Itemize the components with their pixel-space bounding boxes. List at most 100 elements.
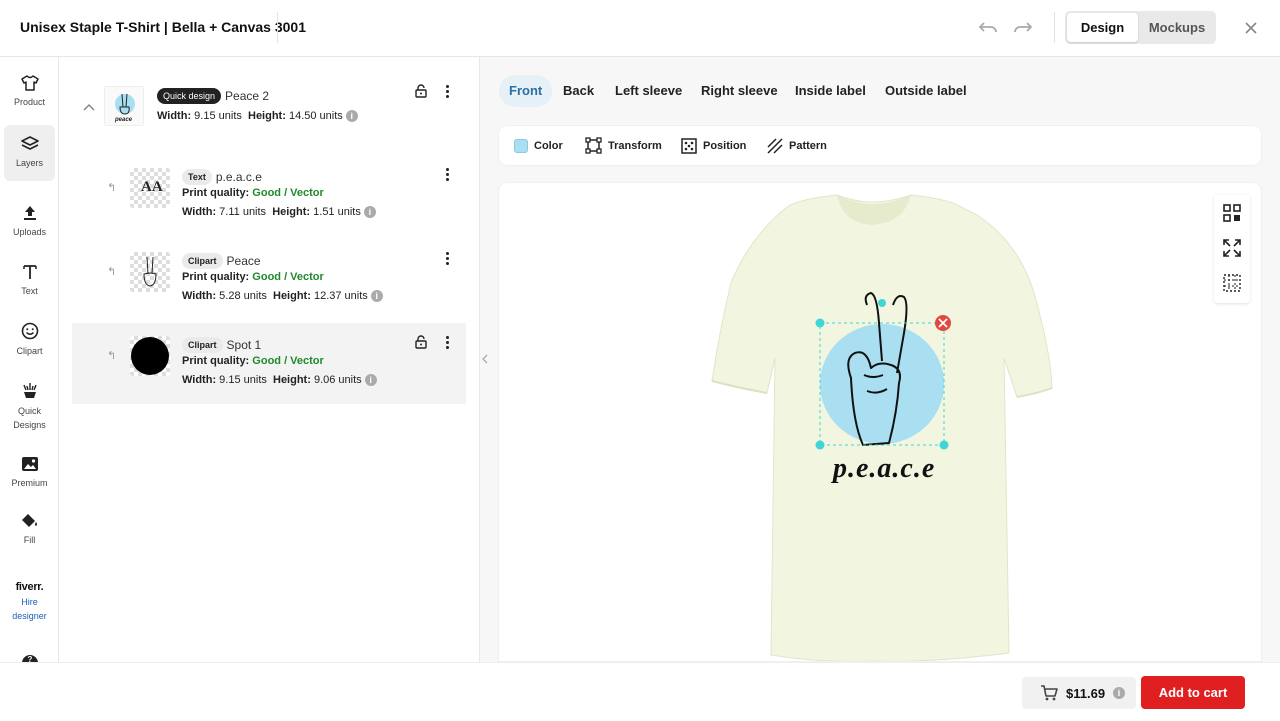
sidebar-item-label: Hire designer bbox=[12, 597, 47, 621]
info-icon[interactable]: i bbox=[1113, 687, 1126, 699]
layer-item-selected[interactable]: ↰ Clipart Spot 1 Print quality: Good / Ve… bbox=[59, 325, 480, 395]
cart-icon bbox=[1041, 685, 1058, 701]
tab-back[interactable]: Back bbox=[563, 75, 594, 107]
mode-switch: Design Mockups bbox=[1065, 11, 1216, 44]
print-quality: Print quality: Good / Vector bbox=[182, 271, 324, 283]
layer-dimensions: Width: 5.28 units Height: 12.37 units i bbox=[182, 290, 383, 303]
layer-name: Peace bbox=[226, 253, 261, 268]
tool-label: Pattern bbox=[789, 139, 827, 152]
sidebar-item-label: Fill bbox=[23, 535, 36, 545]
tab-outside-label[interactable]: Outside label bbox=[885, 75, 967, 107]
sidebar-item-label: Quick Designs bbox=[13, 406, 46, 430]
sidebar-item-label: Uploads bbox=[12, 227, 47, 237]
layers-icon bbox=[20, 136, 39, 150]
tab-inside-label[interactable]: Inside label bbox=[795, 75, 866, 107]
peace-hand-icon bbox=[143, 256, 157, 287]
tab-left-sleeve[interactable]: Left sleeve bbox=[615, 75, 682, 107]
layer-group[interactable]: peace Quick design Peace 2 Width: 9.15 un… bbox=[59, 57, 480, 137]
color-tool[interactable]: Color bbox=[514, 126, 563, 165]
spot-icon bbox=[131, 337, 169, 375]
redo-icon bbox=[1014, 22, 1033, 33]
sidebar-item-label: Text bbox=[21, 286, 38, 296]
transform-icon bbox=[585, 137, 602, 154]
print-quality: Print quality: Good / Vector bbox=[182, 355, 324, 367]
collapse-panel-button[interactable] bbox=[478, 350, 492, 368]
layer-type-tag: Clipart bbox=[182, 252, 223, 269]
more-options-button[interactable] bbox=[440, 167, 454, 183]
layer-thumbnail bbox=[130, 252, 170, 292]
product-title: Unisex Staple T-Shirt | Bella + Canvas 3… bbox=[20, 19, 306, 35]
quick-designs-icon bbox=[22, 383, 37, 398]
upload-icon bbox=[23, 206, 36, 220]
more-options-button[interactable] bbox=[440, 84, 454, 100]
tshirt-mockup bbox=[711, 194, 1053, 661]
sidebar-item-text[interactable]: Text bbox=[4, 264, 55, 298]
divider bbox=[277, 12, 278, 43]
info-icon[interactable]: i bbox=[364, 374, 377, 387]
tab-front[interactable]: Front bbox=[499, 75, 553, 107]
close-button[interactable] bbox=[1238, 15, 1264, 41]
sidebar-item-clipart[interactable]: Clipart bbox=[4, 322, 55, 358]
layer-type-tag: Text bbox=[182, 168, 212, 185]
color-swatch-icon bbox=[514, 138, 528, 153]
sidebar-item-label: Premium bbox=[11, 478, 48, 488]
sidebar: Product Layers Uploads Text Clipart Quic… bbox=[0, 57, 59, 721]
layer-dimensions: Width: 7.11 units Height: 1.51 units i bbox=[182, 206, 376, 219]
sidebar-item-quick-designs[interactable]: Quick Designs bbox=[4, 382, 55, 432]
pattern-tool[interactable]: Pattern bbox=[767, 126, 827, 165]
position-tool[interactable]: Position bbox=[681, 126, 746, 165]
layer-type-tag: Quick design bbox=[157, 87, 222, 104]
transform-tool[interactable]: Transform bbox=[585, 126, 662, 165]
tool-label: Color bbox=[534, 139, 563, 152]
layer-item[interactable]: ↰ Clipart Peace Print quality: Good / Vec… bbox=[59, 241, 480, 311]
close-icon bbox=[1245, 22, 1257, 34]
redo-button[interactable] bbox=[1010, 15, 1036, 41]
lock-icon[interactable] bbox=[415, 335, 427, 349]
more-options-button[interactable] bbox=[440, 335, 454, 351]
sidebar-item-product[interactable]: Product bbox=[4, 75, 55, 109]
layer-thumbnail: peace bbox=[104, 86, 144, 126]
lock-icon[interactable] bbox=[415, 84, 427, 98]
sidebar-item-hire-designer[interactable]: fiverr. Hire designer bbox=[4, 581, 55, 623]
child-arrow-icon: ↰ bbox=[107, 266, 117, 278]
fullscreen-icon[interactable] bbox=[1223, 239, 1241, 257]
layer-dimensions: Width: 9.15 units Height: 9.06 units i bbox=[182, 374, 377, 387]
info-icon[interactable]: i bbox=[363, 206, 376, 219]
design-mode-button[interactable]: Design bbox=[1067, 13, 1138, 42]
undo-button[interactable] bbox=[975, 15, 1001, 41]
design-canvas[interactable]: p.e.a.c.e bbox=[499, 183, 1261, 661]
shirt-icon bbox=[20, 75, 39, 91]
child-arrow-icon: ↰ bbox=[107, 182, 117, 194]
design-text[interactable]: p.e.a.c.e bbox=[833, 453, 935, 485]
layer-type-tag: Clipart bbox=[182, 336, 223, 353]
sidebar-item-label: Product bbox=[13, 97, 46, 107]
more-options-button[interactable] bbox=[440, 251, 454, 267]
add-to-cart-button[interactable]: Add to cart bbox=[1141, 676, 1245, 709]
sidebar-item-premium[interactable]: Premium bbox=[4, 456, 55, 490]
layers-panel: peace Quick design Peace 2 Width: 9.15 un… bbox=[59, 57, 480, 662]
view-tools bbox=[1214, 195, 1250, 303]
sidebar-item-uploads[interactable]: Uploads bbox=[4, 205, 55, 239]
position-icon bbox=[681, 137, 697, 154]
thumbnail-text: peace bbox=[115, 117, 133, 123]
tab-right-sleeve[interactable]: Right sleeve bbox=[701, 75, 778, 107]
header: Unisex Staple T-Shirt | Bella + Canvas 3… bbox=[0, 0, 1280, 57]
layer-name: Spot 1 bbox=[226, 337, 262, 352]
mockups-mode-button[interactable]: Mockups bbox=[1141, 13, 1213, 42]
grid-view-icon[interactable] bbox=[1223, 204, 1241, 222]
sidebar-item-label: Layers bbox=[15, 158, 43, 168]
child-arrow-icon: ↰ bbox=[107, 350, 117, 362]
premium-image-icon bbox=[21, 457, 38, 471]
pattern-icon bbox=[767, 137, 783, 154]
info-icon[interactable]: i bbox=[370, 290, 383, 303]
footer: $11.69 i Add to cart bbox=[0, 662, 1280, 721]
print-area-grid-icon[interactable] bbox=[1223, 274, 1241, 292]
edit-toolbar: Color Transform Position Pattern bbox=[499, 126, 1261, 165]
sidebar-item-layers[interactable]: Layers bbox=[4, 125, 55, 181]
chevron-up-icon[interactable] bbox=[83, 103, 95, 111]
fiverr-logo: fiverr. bbox=[15, 581, 44, 593]
info-icon[interactable]: i bbox=[345, 110, 358, 123]
sidebar-item-fill[interactable]: Fill bbox=[4, 513, 55, 547]
layer-item[interactable]: ↰ AA Text p.e.a.c.e Print quality: Good /… bbox=[59, 157, 480, 227]
divider bbox=[1054, 12, 1055, 43]
